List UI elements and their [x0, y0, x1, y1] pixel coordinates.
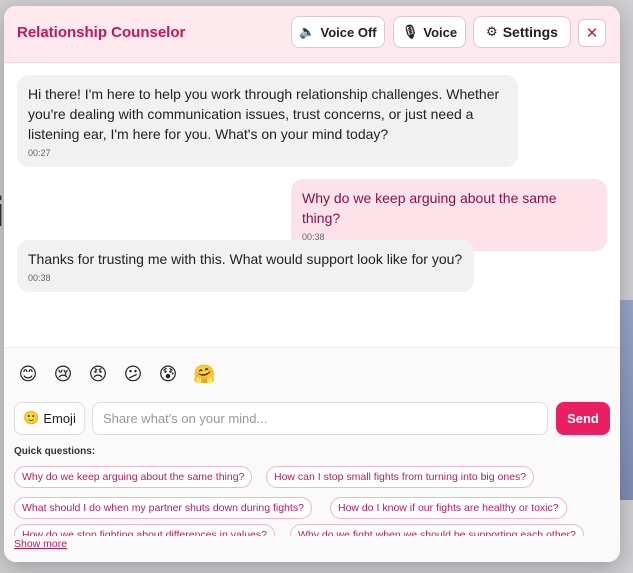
voice-off-button[interactable]: 🔈 Voice Off [291, 16, 385, 48]
message-text: Hi there! I'm here to help you work thro… [28, 86, 500, 142]
send-button[interactable]: Send [556, 402, 610, 435]
dialog-title: Relationship Counselor [17, 24, 186, 41]
emoji-button-label: Emoji [43, 411, 76, 426]
quick-question-chip[interactable]: What should I do when my partner shuts d… [14, 497, 312, 519]
settings-label: Settings [502, 24, 558, 40]
message-text: Why do we keep arguing about the same th… [302, 190, 557, 226]
speaker-off-icon: 🔈 [299, 24, 316, 40]
message-bot: Hi there! I'm here to help you work thro… [17, 75, 518, 167]
counselor-dialog: Relationship Counselor 🔈 Voice Off 🎙 Voi… [4, 6, 620, 562]
emoji-anxious[interactable]: 😰 [158, 364, 178, 385]
voice-off-label: Voice Off [320, 24, 377, 40]
quick-question-chip[interactable]: Why do we keep arguing about the same th… [14, 466, 253, 488]
quick-question-chip[interactable]: How can I stop small fights from turning… [266, 466, 535, 488]
close-icon: ✕ [585, 24, 599, 42]
message-input[interactable] [92, 402, 548, 435]
emoji-hug[interactable]: 🤗 [193, 364, 215, 385]
emoji-cry[interactable]: 😢 [53, 364, 73, 385]
emoji-smile[interactable]: 😊 [18, 364, 38, 385]
emoji-angry[interactable]: 😠 [88, 364, 108, 385]
message-time: 00:38 [28, 273, 51, 283]
quick-questions-overflow: How do we stop fighting about difference… [4, 524, 620, 536]
emoji-bar: 😊 😢 😠 😕 😰 🤗 [18, 364, 216, 385]
microphone-icon: 🎙 [401, 24, 419, 40]
quick-question-chip[interactable]: How do we stop fighting about difference… [14, 524, 275, 536]
voice-label: Voice [423, 24, 458, 40]
gear-icon: ⚙ [486, 24, 498, 40]
show-more-link[interactable]: Show more [14, 538, 70, 550]
quick-question-chip[interactable]: Why do we fight when we should be suppor… [290, 524, 584, 536]
emoji-confused[interactable]: 😕 [123, 364, 143, 385]
settings-button[interactable]: ⚙ Settings [473, 16, 571, 48]
dialog-header: Relationship Counselor 🔈 Voice Off 🎙 Voi… [4, 6, 620, 63]
message-time: 00:27 [28, 148, 51, 158]
close-button[interactable]: ✕ [578, 19, 606, 47]
quick-question-chip[interactable]: How do I know if our fights are healthy … [330, 497, 567, 519]
message-text: Thanks for trusting me with this. What w… [28, 251, 463, 267]
message-bot: Thanks for trusting me with this. What w… [17, 240, 474, 292]
smiley-icon: 🙂 [23, 411, 40, 426]
voice-button[interactable]: 🎙 Voice [393, 16, 466, 48]
message-list[interactable]: Hi there! I'm here to help you work thro… [4, 63, 620, 347]
emoji-button[interactable]: 🙂 Emoji [14, 402, 85, 435]
quick-questions-label: Quick questions: [14, 446, 96, 457]
